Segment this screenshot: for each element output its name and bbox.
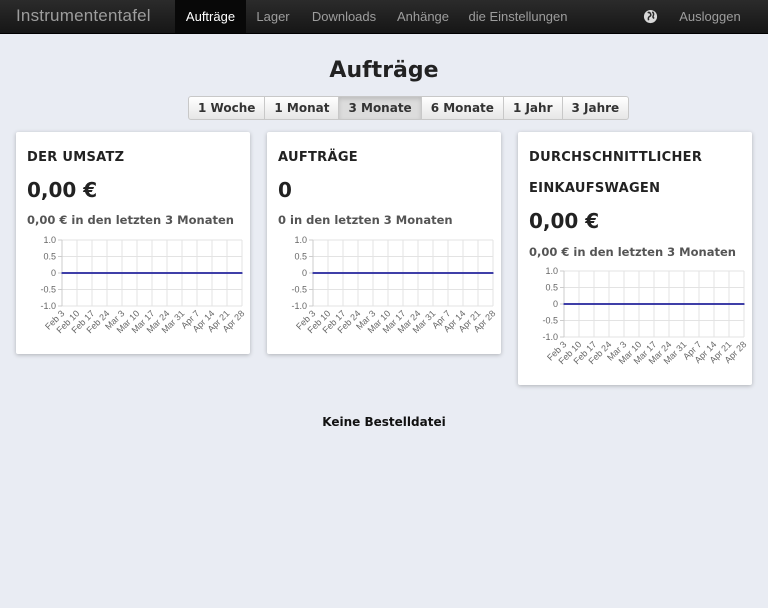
card-title-line1: DURCHSCHNITTLICHER xyxy=(529,150,703,165)
y-tick-label: 0.5 xyxy=(43,252,56,262)
data-point xyxy=(683,303,685,305)
y-tick-label: 0.5 xyxy=(545,283,558,293)
data-point xyxy=(743,303,745,305)
data-point xyxy=(653,303,655,305)
data-point xyxy=(91,272,93,274)
data-point xyxy=(196,272,198,274)
y-tick-label: 0.5 xyxy=(294,252,307,262)
y-tick-label: -1.0 xyxy=(40,301,56,311)
data-point xyxy=(432,272,434,274)
data-point xyxy=(106,272,108,274)
data-point xyxy=(342,272,344,274)
data-point xyxy=(698,303,700,305)
range-button-3-months[interactable]: 3 Monate xyxy=(339,96,422,120)
range-button-1-month[interactable]: 1 Monat xyxy=(265,96,340,120)
nav-item-anhaenge[interactable]: Anhänge xyxy=(388,0,458,33)
card-title: DER UMSATZ xyxy=(27,150,125,165)
data-point xyxy=(608,303,610,305)
range-selector: 1 Woche 1 Monat 3 Monate 6 Monate 1 Jahr… xyxy=(188,96,630,120)
card-value: 0,00 € xyxy=(529,209,600,233)
orders-chart: 1.00.50-0.5-1.0Feb 3Feb 10Feb 17Feb 24Ma… xyxy=(291,235,497,335)
average-cart-chart: 1.00.50-0.5-1.0Feb 3Feb 10Feb 17Feb 24Ma… xyxy=(542,266,748,366)
globe-icon[interactable] xyxy=(643,9,658,24)
y-tick-label: -0.5 xyxy=(291,285,307,295)
range-button-6-months[interactable]: 6 Monate xyxy=(421,96,504,120)
y-tick-label: 1.0 xyxy=(545,266,558,276)
data-point xyxy=(417,272,419,274)
empty-orders-message: Keine Bestelldatei xyxy=(322,415,446,429)
data-point xyxy=(166,272,168,274)
data-point xyxy=(136,272,138,274)
data-point xyxy=(211,272,213,274)
orders-card: AUFTRÄGE 0 0 in den letzten 3 Monaten 1.… xyxy=(267,132,501,354)
y-tick-label: -0.5 xyxy=(40,285,56,295)
data-point xyxy=(447,272,449,274)
revenue-chart: 1.00.50-0.5-1.0Feb 3Feb 10Feb 17Feb 24Ma… xyxy=(40,235,246,335)
logout-link[interactable]: Ausloggen xyxy=(670,0,750,33)
y-tick-label: 1.0 xyxy=(294,235,307,245)
y-tick-label: 0 xyxy=(302,268,307,278)
range-button-3-years[interactable]: 3 Jahre xyxy=(562,96,630,120)
y-tick-label: -0.5 xyxy=(542,316,558,326)
data-point xyxy=(312,272,314,274)
page-title: Aufträge xyxy=(329,58,439,83)
data-point xyxy=(387,272,389,274)
range-button-1-year[interactable]: 1 Jahr xyxy=(503,96,563,120)
data-point xyxy=(76,272,78,274)
data-point xyxy=(728,303,730,305)
top-navbar: Instrumententafel Aufträge Lager Downloa… xyxy=(0,0,768,34)
data-point xyxy=(327,272,329,274)
data-point xyxy=(713,303,715,305)
y-tick-label: -1.0 xyxy=(542,332,558,342)
data-point xyxy=(638,303,640,305)
card-subtitle: 0 in den letzten 3 Monaten xyxy=(278,213,453,227)
y-tick-label: 0 xyxy=(553,299,558,309)
y-tick-label: 1.0 xyxy=(43,235,56,245)
card-subtitle: 0,00 € in den letzten 3 Monaten xyxy=(27,213,234,227)
data-point xyxy=(226,272,228,274)
data-point xyxy=(61,272,63,274)
nav-item-downloads[interactable]: Downloads xyxy=(303,0,385,33)
revenue-card: DER UMSATZ 0,00 € 0,00 € in den letzten … xyxy=(16,132,250,354)
data-point xyxy=(181,272,183,274)
data-point xyxy=(357,272,359,274)
nav-item-lager[interactable]: Lager xyxy=(248,0,298,33)
y-tick-label: 0 xyxy=(51,268,56,278)
nav-item-einstellungen[interactable]: die Einstellungen xyxy=(463,0,573,33)
average-cart-card: DURCHSCHNITTLICHER EINKAUFSWAGEN 0,00 € … xyxy=(518,132,752,385)
data-point xyxy=(593,303,595,305)
data-point xyxy=(477,272,479,274)
card-subtitle: 0,00 € in den letzten 3 Monaten xyxy=(529,245,736,259)
range-button-1-week[interactable]: 1 Woche xyxy=(188,96,266,120)
data-point xyxy=(241,272,243,274)
data-point xyxy=(668,303,670,305)
data-point xyxy=(151,272,153,274)
data-point xyxy=(578,303,580,305)
card-value: 0 xyxy=(278,178,292,202)
card-title: AUFTRÄGE xyxy=(278,150,358,165)
data-point xyxy=(402,272,404,274)
data-point xyxy=(462,272,464,274)
data-point xyxy=(372,272,374,274)
data-point xyxy=(492,272,494,274)
nav-item-auftraege[interactable]: Aufträge xyxy=(175,0,246,33)
data-point xyxy=(121,272,123,274)
data-point xyxy=(563,303,565,305)
data-point xyxy=(623,303,625,305)
card-value: 0,00 € xyxy=(27,178,98,202)
card-title-line2: EINKAUFSWAGEN xyxy=(529,181,661,196)
brand-logo-text[interactable]: Instrumententafel xyxy=(16,6,151,26)
y-tick-label: -1.0 xyxy=(291,301,307,311)
